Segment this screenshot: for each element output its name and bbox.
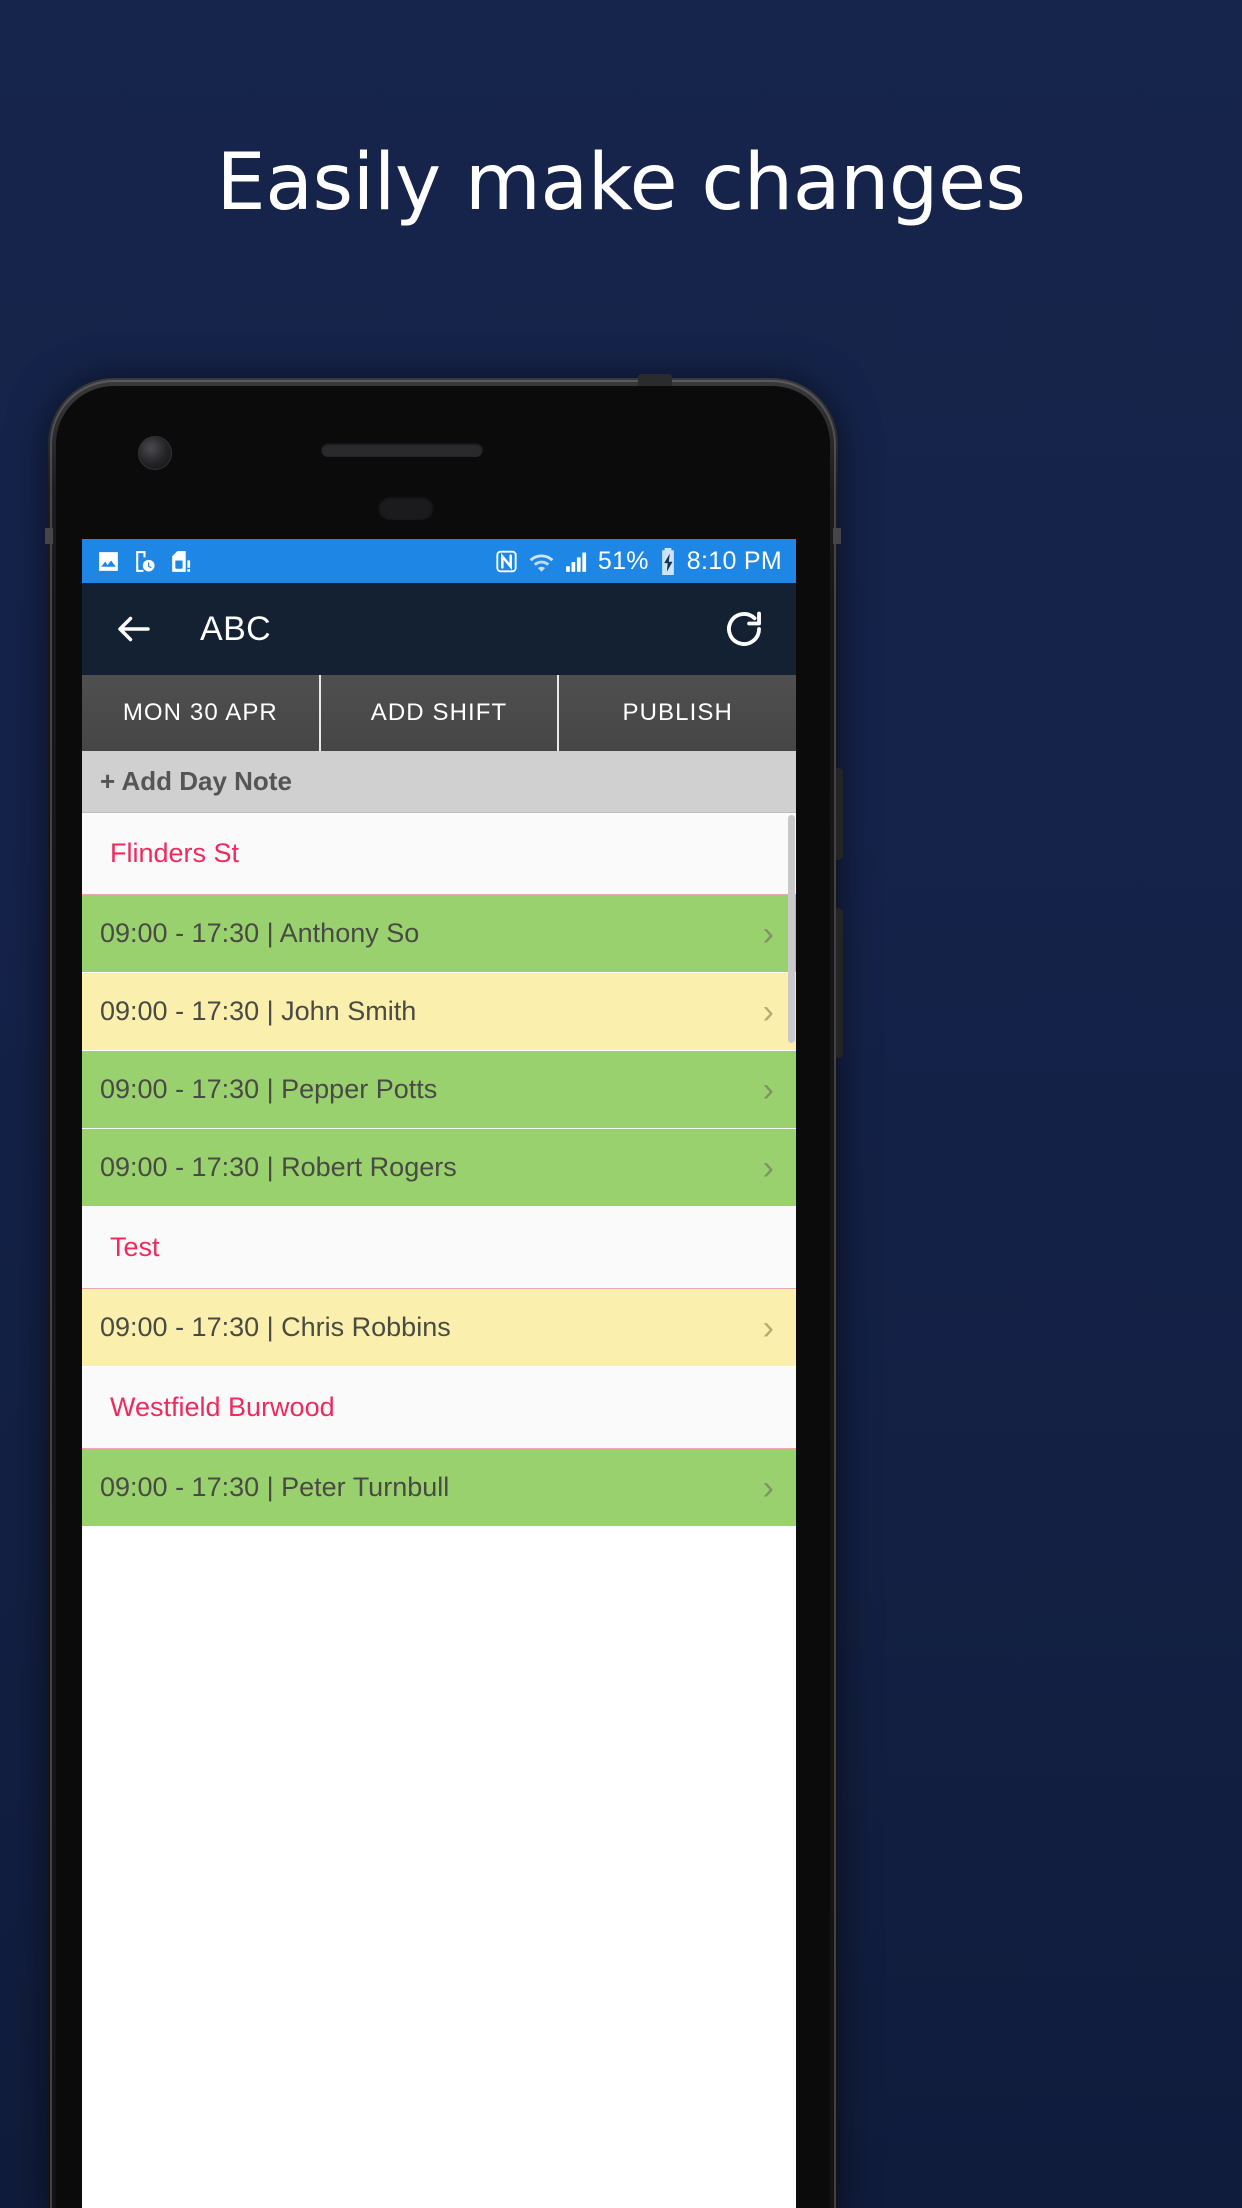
front-camera-icon [138, 436, 172, 470]
back-arrow-icon [118, 616, 150, 642]
status-bar-left-icons [96, 549, 193, 574]
shift-label: 09:00 - 17:30 | Chris Robbins [100, 1312, 451, 1342]
refresh-button[interactable] [718, 603, 770, 655]
section-header-label: Flinders St [110, 838, 240, 868]
shift-row[interactable]: 09:00 - 17:30 | Robert Rogers › [82, 1129, 796, 1207]
nfc-icon [496, 550, 517, 572]
signal-icon [565, 552, 586, 572]
chevron-right-icon: › [762, 1148, 774, 1187]
earpiece-speaker [321, 443, 483, 457]
refresh-icon [727, 611, 761, 646]
status-bar-right-icons: 51% 8:10 PM [494, 547, 782, 576]
phone-device-frame: 51% 8:10 PM ABC MON 30 APR ADD SHIFT PUB… [45, 374, 843, 2208]
chevron-right-icon: › [762, 992, 774, 1031]
phone-screen: 51% 8:10 PM ABC MON 30 APR ADD SHIFT PUB… [82, 539, 796, 2208]
shift-label: 09:00 - 17:30 | Anthony So [100, 918, 420, 948]
list-section-header: Westfield Burwood [82, 1367, 796, 1449]
volume-button[interactable] [836, 908, 843, 1058]
antenna-band-left [45, 528, 53, 544]
shift-label: 09:00 - 17:30 | Robert Rogers [100, 1152, 457, 1182]
shift-row[interactable]: 09:00 - 17:30 | Chris Robbins › [82, 1289, 796, 1367]
proximity-sensor [378, 496, 434, 520]
shift-label: 09:00 - 17:30 | Peter Turnbull [100, 1472, 450, 1502]
sim-card-alert-icon [172, 550, 191, 572]
clock-label: 8:10 PM [686, 546, 782, 575]
chevron-right-icon: › [762, 914, 774, 953]
chevron-right-icon: › [762, 1468, 774, 1507]
page-title: Easily make changes [216, 138, 1026, 228]
add-day-note-button[interactable]: + Add Day Note [82, 751, 796, 813]
shift-row[interactable]: 09:00 - 17:30 | John Smith › [82, 973, 796, 1051]
antenna-band-right [833, 528, 841, 544]
shift-row[interactable]: 09:00 - 17:30 | Peter Turnbull › [82, 1449, 796, 1527]
status-bar: 51% 8:10 PM [82, 539, 796, 583]
image-icon [99, 551, 118, 571]
app-bar-title: ABC [200, 609, 272, 648]
list-section-header: Flinders St [82, 813, 796, 895]
tab-add-shift[interactable]: ADD SHIFT [320, 675, 560, 751]
shift-list: Flinders St 09:00 - 17:30 | Anthony So ›… [82, 813, 796, 1527]
shift-label: 09:00 - 17:30 | Pepper Potts [100, 1074, 438, 1104]
add-day-note-label: + Add Day Note [100, 766, 292, 796]
screenshot-clock-icon [136, 550, 155, 572]
power-button[interactable] [836, 768, 843, 860]
wifi-icon [529, 553, 554, 572]
shift-row[interactable]: 09:00 - 17:30 | Pepper Potts › [82, 1051, 796, 1129]
list-section-header: Test [82, 1207, 796, 1289]
section-header-label: Test [110, 1232, 160, 1262]
list-scrollbar-thumb[interactable] [788, 815, 795, 1043]
chevron-right-icon: › [762, 1070, 774, 1109]
back-button[interactable] [108, 603, 160, 655]
charging-battery-icon [661, 547, 674, 575]
section-header-label: Westfield Burwood [110, 1392, 335, 1422]
battery-percent-label: 51% [597, 546, 649, 575]
tab-bar: MON 30 APR ADD SHIFT PUBLISH [82, 675, 796, 751]
tab-publish[interactable]: PUBLISH [559, 675, 796, 751]
shift-row[interactable]: 09:00 - 17:30 | Anthony So › [82, 895, 796, 973]
app-bar: ABC [82, 583, 796, 675]
chevron-right-icon: › [762, 1308, 774, 1347]
tab-date[interactable]: MON 30 APR [82, 675, 321, 751]
shift-label: 09:00 - 17:30 | John Smith [100, 996, 417, 1026]
